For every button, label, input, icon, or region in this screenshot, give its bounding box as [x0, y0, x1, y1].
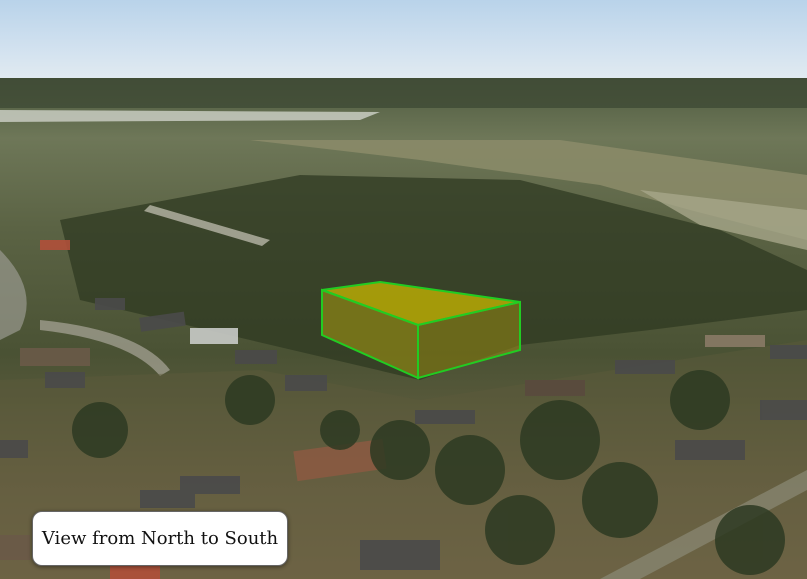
tree-cluster [485, 495, 555, 565]
house-roof [615, 360, 675, 374]
road-left [0, 250, 27, 340]
house-roof [0, 535, 30, 560]
tree-cluster [520, 400, 600, 480]
horizon-forest [0, 78, 807, 108]
house-roof [770, 345, 807, 359]
house-roof [760, 400, 807, 420]
tree-cluster [582, 462, 658, 538]
tree-cluster [370, 420, 430, 480]
view-direction-label: View from North to South [32, 511, 288, 566]
tree-cluster [320, 410, 360, 450]
terrain-features [0, 78, 807, 579]
tree-cluster [225, 375, 275, 425]
tree-cluster [715, 505, 785, 575]
house-roof [0, 440, 28, 458]
house-roof [285, 375, 327, 391]
tree-cluster [435, 435, 505, 505]
house-roof [415, 410, 475, 424]
aerial-3d-map-view[interactable]: View from North to South [0, 0, 807, 579]
house-roof [525, 380, 585, 396]
house-roof [45, 372, 85, 388]
house-roof [95, 298, 125, 310]
house-roof [235, 350, 277, 364]
house-roof [40, 240, 70, 250]
house-roof [110, 566, 160, 579]
view-direction-text: View from North to South [41, 528, 279, 549]
tree-cluster [72, 402, 128, 458]
house-roof [360, 540, 440, 570]
house-roof [180, 476, 240, 494]
tree-cluster [670, 370, 730, 430]
house-roof [190, 328, 238, 344]
house-roof [705, 335, 765, 347]
house-roof [675, 440, 745, 460]
distant-clearing [0, 110, 380, 122]
house-roof [20, 348, 90, 366]
